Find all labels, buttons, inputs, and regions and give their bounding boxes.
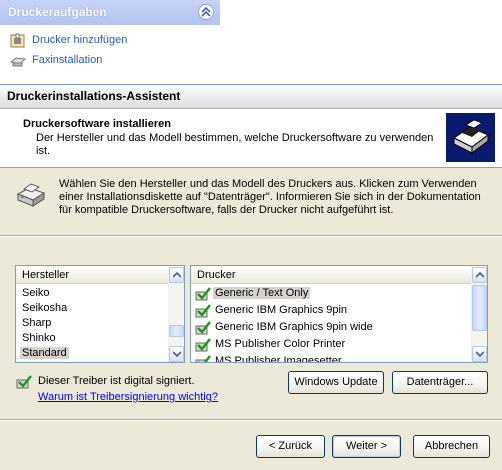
task-pane: Druckeraufgaben Drucker hinzufügen Faxin…	[0, 0, 220, 80]
signed-driver-icon	[195, 303, 211, 319]
scroll-thumb[interactable]	[472, 285, 487, 331]
scroll-down-button[interactable]	[169, 346, 184, 362]
printer-wizard-dialog: Druckerinstallations-Assistent Druckerso…	[0, 84, 502, 470]
manufacturer-header-label: Hersteller	[22, 269, 70, 281]
next-button[interactable]: Weiter >	[332, 435, 401, 458]
manufacturer-scrollbar[interactable]	[168, 267, 184, 362]
wizard-header-subtitle: Der Hersteller und das Modell bestimmen,…	[36, 132, 434, 157]
printer-item-label: Generic IBM Graphics 9pin wide	[215, 321, 373, 333]
printer-item-label: MS Publisher Color Printer	[215, 338, 346, 350]
printer-item-label: MS Publisher Imagesetter	[215, 355, 342, 363]
printer-item-label: Generic / Text Only	[213, 287, 311, 299]
dialog-title: Druckerinstallations-Assistent	[7, 89, 181, 103]
instructions-text: Wählen Sie den Hersteller und das Modell…	[59, 178, 481, 216]
task-pane-header[interactable]: Druckeraufgaben	[0, 0, 220, 25]
signed-driver-icon	[195, 354, 211, 362]
printer-item-label: Generic IBM Graphics 9pin	[215, 304, 348, 316]
have-disk-button[interactable]: Datenträger...	[392, 371, 488, 394]
scroll-up-button[interactable]	[472, 267, 487, 283]
manufacturer-item-label: Seiko	[22, 287, 50, 299]
printer-icon	[15, 179, 47, 211]
printer-scrollbar[interactable]	[471, 267, 487, 362]
manufacturer-item[interactable]: Sharp	[16, 316, 166, 332]
collapse-chevron-icon[interactable]	[198, 4, 214, 20]
signed-driver-icon	[195, 337, 211, 353]
printer-item[interactable]: Generic IBM Graphics 9pin wide	[191, 320, 471, 336]
signed-driver-icon	[195, 320, 211, 336]
wizard-header: Druckersoftware installieren Der Herstel…	[0, 109, 502, 168]
scroll-up-button[interactable]	[169, 267, 184, 283]
manufacturer-item[interactable]: Seiko	[16, 286, 166, 302]
scroll-thumb[interactable]	[169, 325, 184, 337]
divider	[0, 419, 502, 421]
windows-update-button[interactable]: Windows Update	[288, 371, 384, 394]
manufacturer-item-label: Sharp	[22, 317, 52, 329]
printer-listbox[interactable]: Drucker Generic / Text Only Generic IBM …	[190, 265, 488, 363]
driver-signing-link[interactable]: Warum ist Treibersignierung wichtig?	[38, 391, 218, 403]
printer-logo-icon	[446, 113, 495, 162]
printer-item[interactable]: MS Publisher Imagesetter	[191, 354, 471, 363]
signed-driver-icon	[195, 286, 211, 302]
cancel-button[interactable]: Abbrechen	[413, 435, 490, 458]
add-printer-label: Drucker hinzufügen	[32, 34, 128, 46]
manufacturer-item-label: Standard	[20, 347, 69, 359]
digital-signature-icon	[16, 374, 32, 390]
back-button[interactable]: < Zurück	[256, 435, 325, 458]
manufacturer-listbox[interactable]: Hersteller Seiko Seikosha Sharp Shinko S…	[15, 265, 185, 363]
manufacturer-item-label: Shinko	[22, 332, 56, 344]
dialog-titlebar[interactable]: Druckerinstallations-Assistent	[0, 85, 502, 109]
printer-item[interactable]: Generic IBM Graphics 9pin	[191, 303, 471, 319]
printer-item-selected[interactable]: Generic / Text Only	[191, 286, 471, 302]
manufacturer-item[interactable]: Seikosha	[16, 301, 166, 317]
signature-status-text: Dieser Treiber ist digital signiert.	[38, 375, 195, 387]
printer-header-label: Drucker	[197, 269, 236, 281]
task-pane-title: Druckeraufgaben	[8, 5, 107, 19]
manufacturer-item[interactable]: Shinko	[16, 331, 166, 347]
fax-icon	[9, 53, 27, 69]
manufacturer-column-header[interactable]: Hersteller	[16, 266, 168, 284]
wizard-header-title: Druckersoftware installieren	[23, 118, 171, 130]
add-printer-icon	[10, 33, 26, 49]
manufacturer-item-label: Seikosha	[22, 302, 68, 314]
fax-setup-label: Faxinstallation	[32, 54, 103, 66]
divider	[0, 235, 502, 237]
scroll-down-button[interactable]	[472, 346, 487, 362]
manufacturer-item-selected[interactable]: Standard	[16, 346, 166, 362]
printer-item[interactable]: MS Publisher Color Printer	[191, 337, 471, 353]
printer-column-header[interactable]: Drucker	[191, 266, 471, 284]
